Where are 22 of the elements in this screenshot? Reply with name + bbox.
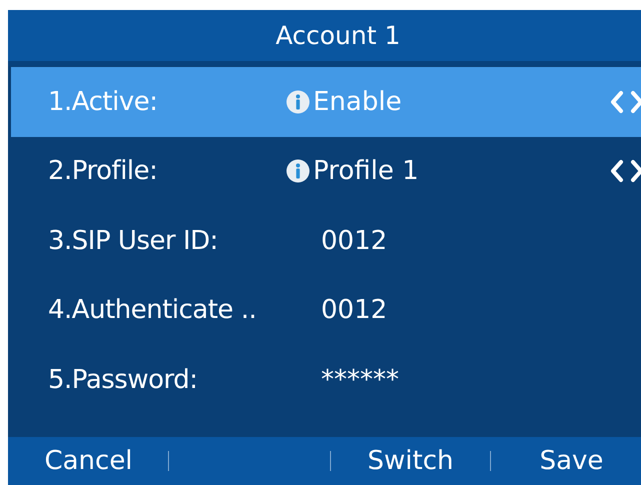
setting-label: 3.SIP User ID: <box>47 226 219 256</box>
setting-row[interactable]: 5.Password: ****** <box>11 345 641 414</box>
softkey-button[interactable]: Switch <box>364 446 458 476</box>
setting-value: 0012 <box>321 295 388 326</box>
softkey-button[interactable]: Cancel <box>40 446 137 476</box>
info-icon <box>286 90 310 114</box>
setting-value: 0012 <box>321 226 388 256</box>
setting-row[interactable]: 4.Authenticate .. 0012 <box>11 276 641 345</box>
screen-title: Account 1 <box>276 21 400 50</box>
left-chevron-icon[interactable] <box>610 159 624 184</box>
setting-value: ****** <box>321 364 399 395</box>
setting-label: 5.Password: <box>47 364 199 395</box>
setting-row[interactable]: 3.SIP User ID: 0012 <box>11 206 641 276</box>
setting-value: Enable <box>313 86 402 117</box>
setting-label: 2.Profile: <box>47 156 158 186</box>
setting-label: 1.Active: <box>47 86 158 117</box>
setting-value: Profile 1 <box>313 156 419 186</box>
info-icon <box>286 159 310 184</box>
softkey-button[interactable]: Save <box>536 446 608 476</box>
setting-row[interactable]: 2.Profile: Profile 1 <box>11 136 641 206</box>
setting-label: 4.Authenticate .. <box>47 295 258 326</box>
right-chevron-icon[interactable] <box>630 159 641 184</box>
